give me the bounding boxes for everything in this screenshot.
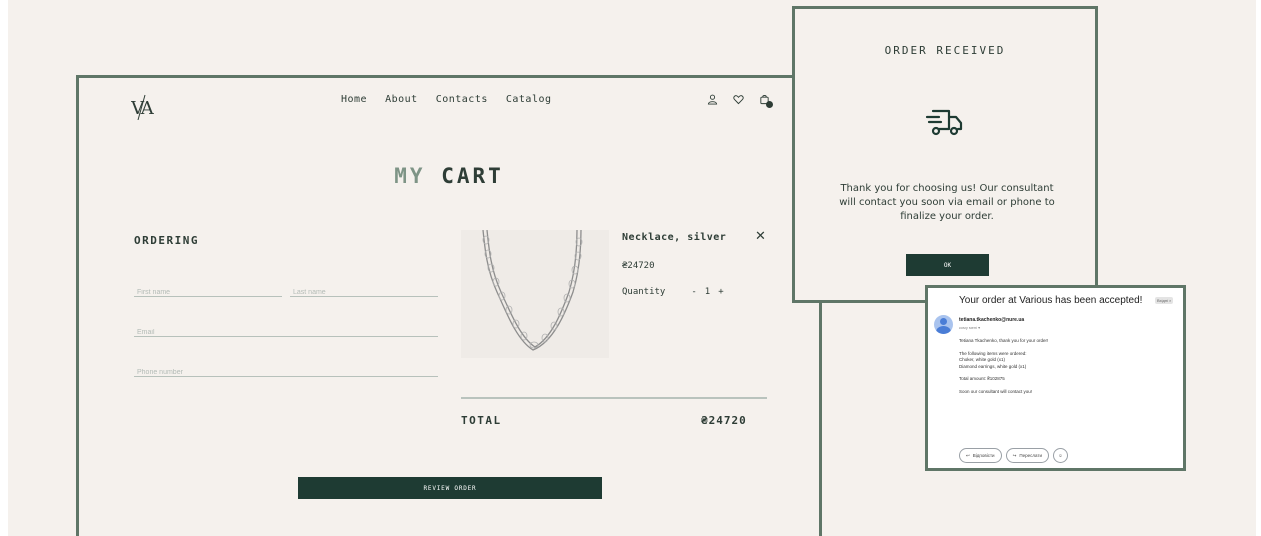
quantity-stepper: Quantity - 1 + (622, 287, 724, 297)
nav-contacts[interactable]: Contacts (436, 94, 488, 105)
nav-about[interactable]: About (385, 94, 418, 105)
cart-count-badge (766, 101, 773, 108)
header-icons (705, 92, 773, 108)
smiley-icon: ☺ (1058, 453, 1063, 458)
email-actions: ↩ Відповісти ↪ Переслати ☺ (959, 448, 1068, 463)
email-line: Soon our consultant will contact you! (959, 388, 1033, 394)
page-title-light: MY (394, 164, 426, 188)
email-recipient[interactable]: кому мені ▾ (959, 325, 980, 330)
email-sender: tetiana.tkachenko@nure.ua (959, 317, 1025, 323)
delivery-truck-icon (925, 107, 965, 143)
quantity-increment[interactable]: + (718, 287, 723, 297)
phone-input[interactable] (134, 369, 438, 376)
last-name-field (290, 279, 438, 297)
nav-catalog[interactable]: Catalog (506, 94, 552, 105)
email-line: Tetiana Tkachenko, thank you for your or… (959, 338, 1049, 343)
modal-message: Thank you for choosing us! Our consultan… (839, 183, 1055, 222)
brand-logo[interactable]: VA (130, 94, 157, 126)
necklace-image (482, 229, 583, 351)
email-field (134, 319, 438, 337)
product-name[interactable]: Necklace, silver (622, 232, 726, 243)
page-title: MY CART (79, 164, 819, 188)
ordering-title: ORDERING (134, 234, 199, 247)
avatar (934, 315, 953, 334)
main-nav: Home About Contacts Catalog (341, 94, 552, 105)
first-name-input[interactable] (134, 289, 282, 296)
user-icon[interactable] (705, 92, 719, 106)
forward-button[interactable]: ↪ Переслати (1005, 448, 1049, 463)
quantity-label: Quantity (622, 287, 666, 297)
logo-mark: VA (130, 94, 157, 121)
product-image (461, 229, 609, 358)
remove-item-icon[interactable]: ✕ (755, 229, 766, 244)
total-label: TOTAL (461, 414, 502, 427)
product-price: ₴24720 (622, 261, 655, 271)
forward-label: Переслати (1019, 453, 1042, 458)
total-divider (461, 397, 767, 399)
order-received-modal: ORDER RECEIVED Thank you for choosing us… (792, 6, 1098, 303)
ok-button[interactable]: OK (906, 254, 989, 276)
reply-button[interactable]: ↩ Відповісти (959, 448, 1002, 463)
cart-window: VA Home About Contacts Catalog MY CART O… (76, 75, 822, 536)
email-input[interactable] (134, 329, 438, 336)
email-subject: Your order at Various has been accepted! (959, 295, 1143, 306)
last-name-input[interactable] (290, 289, 438, 296)
reply-label: Відповісти (972, 453, 995, 458)
forward-icon: ↪ (1012, 452, 1017, 458)
quantity-value: 1 (704, 287, 711, 297)
review-order-button[interactable]: REVIEW ORDER (298, 477, 602, 499)
email-preview: Your order at Various has been accepted!… (925, 285, 1186, 471)
page-title-bold: CART (441, 164, 504, 188)
cart-icon[interactable] (757, 92, 773, 108)
inbox-label[interactable]: Вхідні × (1155, 297, 1174, 304)
first-name-field (134, 279, 282, 297)
email-body: Tetiana Tkachenko, thank you for your or… (959, 338, 1048, 395)
reply-icon: ↩ (966, 452, 970, 458)
heart-icon[interactable] (731, 92, 745, 106)
phone-field (134, 359, 438, 377)
modal-title: ORDER RECEIVED (884, 44, 1006, 57)
emoji-reaction-button[interactable]: ☺ (1052, 448, 1068, 463)
total-value: ₴24720 (701, 414, 747, 427)
quantity-decrement[interactable]: - (691, 287, 696, 297)
nav-home[interactable]: Home (341, 94, 367, 105)
